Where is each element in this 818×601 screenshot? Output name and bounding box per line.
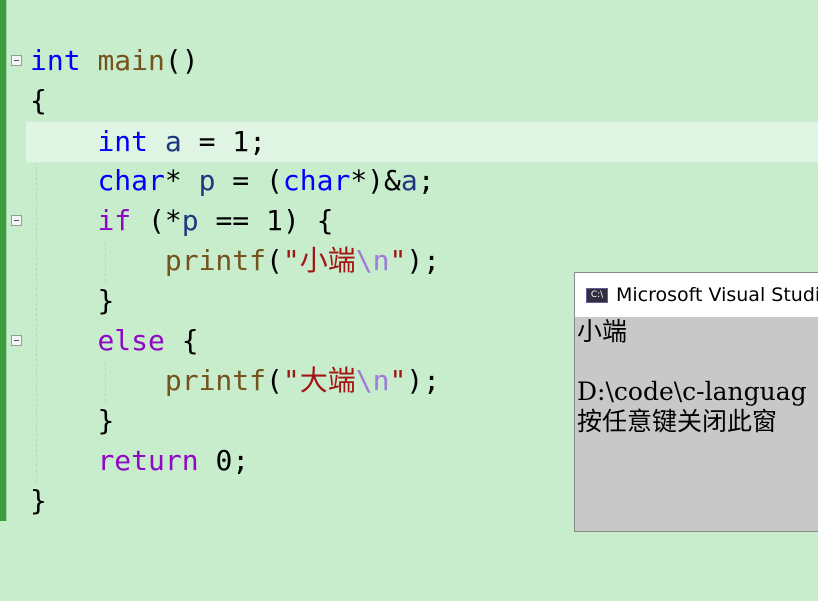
keyword: int (97, 125, 149, 158)
variable: p (198, 164, 216, 197)
code-line[interactable]: if (*p == 1) { (0, 201, 818, 241)
keyword: char (97, 164, 165, 197)
code-line[interactable]: char* p = (char*)&a; (0, 161, 818, 201)
console-output: 小端 D:\code\c-languag 按任意键关闭此窗 (577, 317, 807, 436)
function-name: printf (164, 364, 267, 397)
console-app-icon: C:\ (586, 288, 608, 303)
keyword: char (282, 164, 351, 197)
code-line[interactable]: int main() (0, 41, 818, 81)
string-literal: 小端 (299, 244, 356, 277)
variable: a (400, 164, 418, 197)
debug-console-window[interactable]: C:\ Microsoft Visual Studio 小端 D:\code\c… (574, 272, 818, 532)
keyword: if (97, 204, 132, 237)
string-literal: 大端 (299, 364, 356, 397)
escape-sequence: \n (355, 364, 390, 397)
collapse-icon[interactable] (11, 55, 22, 66)
console-titlebar[interactable]: C:\ Microsoft Visual Studio (575, 273, 818, 317)
collapse-icon[interactable] (11, 215, 22, 226)
keyword: int (30, 44, 81, 77)
escape-sequence: \n (355, 244, 390, 277)
code-line[interactable]: { (0, 81, 818, 121)
current-code-line[interactable]: int a = 1; (26, 121, 818, 163)
console-title: Microsoft Visual Studio (616, 284, 818, 306)
keyword: return (97, 444, 199, 477)
variable: a (164, 125, 182, 158)
keyword: else (97, 324, 165, 357)
function-name: printf (164, 244, 267, 277)
variable: p (181, 204, 199, 237)
function-name: main (97, 44, 165, 77)
collapse-icon[interactable] (11, 335, 22, 346)
